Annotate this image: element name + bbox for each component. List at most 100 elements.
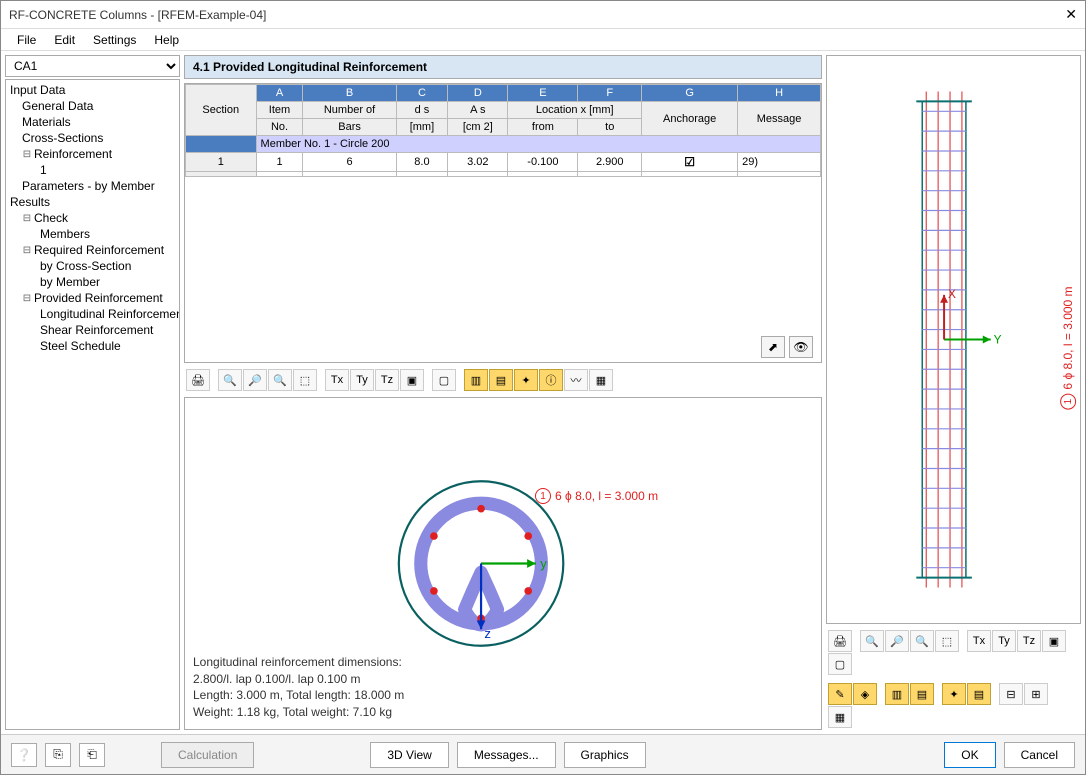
toggle-a-icon[interactable]: ✎ bbox=[828, 683, 852, 705]
col-as-cm2: [cm 2] bbox=[448, 119, 508, 136]
box-icon[interactable]: ▢ bbox=[828, 653, 852, 675]
toggle-1-icon[interactable]: ▥ bbox=[464, 369, 488, 391]
menu-settings[interactable]: Settings bbox=[85, 31, 144, 49]
col-ds: d s bbox=[396, 102, 448, 119]
zoom-window-icon[interactable]: 🔍 bbox=[218, 369, 242, 391]
tree-longitudinal-reinforcement[interactable]: Longitudinal Reinforcement bbox=[8, 306, 177, 322]
tree-cross-sections[interactable]: Cross-Sections bbox=[8, 130, 177, 146]
tree-by-cross-section[interactable]: by Cross-Section bbox=[8, 258, 177, 274]
col-location: Location x [mm] bbox=[508, 102, 642, 119]
case-selector[interactable]: CA1 bbox=[5, 55, 180, 77]
menu-file[interactable]: File bbox=[9, 31, 44, 49]
col-from: from bbox=[508, 119, 578, 136]
iso-icon[interactable]: ▣ bbox=[400, 369, 424, 391]
toggle-h-icon[interactable]: ⊞ bbox=[1024, 683, 1048, 705]
graphics-button[interactable]: Graphics bbox=[564, 742, 646, 768]
zoom-window-icon[interactable]: 🔍 bbox=[860, 630, 884, 652]
print-icon[interactable]: 🖨 bbox=[186, 369, 210, 391]
elev-toolbar-2: ✎ ◈ ▥ ▤ ✦ ▤ ⊟ ⊞ ▦ bbox=[826, 681, 1081, 730]
toggle-g-icon[interactable]: ⊟ bbox=[999, 683, 1023, 705]
print-icon[interactable]: 🖨 bbox=[828, 630, 852, 652]
selection-icon[interactable]: ⬚ bbox=[293, 369, 317, 391]
col-letter-d[interactable]: D bbox=[448, 85, 508, 102]
cancel-button[interactable]: Cancel bbox=[1004, 742, 1075, 768]
tree-by-member[interactable]: by Member bbox=[8, 274, 177, 290]
toggle-e-icon[interactable]: ✦ bbox=[942, 683, 966, 705]
help-icon[interactable]: ❔ bbox=[11, 743, 37, 767]
toggle-2-icon[interactable]: ▤ bbox=[489, 369, 513, 391]
eye-icon[interactable]: 👁 bbox=[789, 336, 813, 358]
col-letter-a[interactable]: A bbox=[256, 85, 303, 102]
selection-icon[interactable]: ⬚ bbox=[935, 630, 959, 652]
cross-section-view[interactable]: y z 1 6 ϕ 8.0, l = 3.000 m Longitudinal … bbox=[184, 397, 822, 730]
tree-required-reinforcement[interactable]: ⊟Required Reinforcement bbox=[8, 242, 177, 258]
tree-results[interactable]: Results bbox=[8, 194, 177, 210]
table-row[interactable]: 1 1 6 8.0 3.02 -0.100 2.900 ☑ 29) bbox=[186, 153, 821, 172]
select-icon[interactable]: ⬈ bbox=[761, 336, 785, 358]
import-icon[interactable]: ⎗ bbox=[79, 743, 105, 767]
col-letter-g[interactable]: G bbox=[642, 85, 738, 102]
toggle-5-icon[interactable]: 〰 bbox=[564, 369, 588, 391]
3d-view-button[interactable]: 3D View bbox=[370, 742, 448, 768]
tree-reinforcement-1[interactable]: 1 bbox=[8, 162, 177, 178]
toggle-b-icon[interactable]: ◈ bbox=[853, 683, 877, 705]
toggle-i-icon[interactable]: ▦ bbox=[828, 706, 852, 728]
panel-title: 4.1 Provided Longitudinal Reinforcement bbox=[184, 55, 822, 79]
col-item-no: No. bbox=[256, 119, 303, 136]
zoom-in-icon[interactable]: 🔎 bbox=[243, 369, 267, 391]
tree-general-data[interactable]: General Data bbox=[8, 98, 177, 114]
iso-icon[interactable]: ▣ bbox=[1042, 630, 1066, 652]
col-letter-b[interactable]: B bbox=[303, 85, 396, 102]
toggle-f-icon[interactable]: ▤ bbox=[967, 683, 991, 705]
tree-materials[interactable]: Materials bbox=[8, 114, 177, 130]
toggle-d-icon[interactable]: ▤ bbox=[910, 683, 934, 705]
navigation-tree: Input Data General Data Materials Cross-… bbox=[5, 79, 180, 730]
col-letter-e[interactable]: E bbox=[508, 85, 578, 102]
toggle-c-icon[interactable]: ▥ bbox=[885, 683, 909, 705]
view-x-icon[interactable]: Tx bbox=[325, 369, 349, 391]
reinforcement-label: 1 6 ϕ 8.0, l = 3.000 m bbox=[535, 488, 658, 504]
messages-button[interactable]: Messages... bbox=[457, 742, 556, 768]
col-letter-h[interactable]: H bbox=[738, 85, 821, 102]
svg-text:Y: Y bbox=[994, 332, 1002, 346]
tree-parameters[interactable]: Parameters - by Member bbox=[8, 178, 177, 194]
view-y-icon[interactable]: Ty bbox=[350, 369, 374, 391]
view-x-icon[interactable]: Tx bbox=[967, 630, 991, 652]
table-group-row[interactable]: Member No. 1 - Circle 200 bbox=[186, 136, 821, 153]
col-item: Item bbox=[256, 102, 303, 119]
tree-steel-schedule[interactable]: Steel Schedule bbox=[8, 338, 177, 354]
svg-text:y: y bbox=[540, 556, 547, 571]
window-title: RF-CONCRETE Columns - [RFEM-Example-04] bbox=[9, 8, 266, 22]
view-z-icon[interactable]: Tz bbox=[375, 369, 399, 391]
col-section[interactable]: Section bbox=[186, 85, 257, 136]
close-icon[interactable]: ✕ bbox=[1065, 6, 1077, 23]
zoom-out-icon[interactable]: 🔍 bbox=[910, 630, 934, 652]
toggle-4-icon[interactable]: ⓘ bbox=[539, 369, 563, 391]
view-z-icon[interactable]: Tz bbox=[1017, 630, 1041, 652]
anchorage-checkbox[interactable]: ☑ bbox=[684, 155, 695, 169]
tree-provided-reinforcement[interactable]: ⊟Provided Reinforcement bbox=[8, 290, 177, 306]
zoom-out-icon[interactable]: 🔍 bbox=[268, 369, 292, 391]
svg-text:z: z bbox=[484, 626, 491, 641]
toggle-6-icon[interactable]: ▦ bbox=[589, 369, 613, 391]
tree-members[interactable]: Members bbox=[8, 226, 177, 242]
elevation-view[interactable]: Y X 1 6 ϕ 8.0, l = 3.000 m bbox=[826, 55, 1081, 624]
tree-reinforcement[interactable]: ⊟Reinforcement bbox=[8, 146, 177, 162]
zoom-in-icon[interactable]: 🔎 bbox=[885, 630, 909, 652]
menu-help[interactable]: Help bbox=[146, 31, 187, 49]
box-icon[interactable]: ▢ bbox=[432, 369, 456, 391]
ok-button[interactable]: OK bbox=[944, 742, 995, 768]
calculation-button[interactable]: Calculation bbox=[161, 742, 254, 768]
menu-edit[interactable]: Edit bbox=[46, 31, 83, 49]
tree-check[interactable]: ⊟Check bbox=[8, 210, 177, 226]
toggle-3-icon[interactable]: ✦ bbox=[514, 369, 538, 391]
col-letter-c[interactable]: C bbox=[396, 85, 448, 102]
tree-input-data[interactable]: Input Data bbox=[8, 82, 177, 98]
view-y-icon[interactable]: Ty bbox=[992, 630, 1016, 652]
tree-shear-reinforcement[interactable]: Shear Reinforcement bbox=[8, 322, 177, 338]
col-anchorage: Anchorage bbox=[642, 102, 738, 136]
col-letter-f[interactable]: F bbox=[578, 85, 642, 102]
export-icon[interactable]: ⎘ bbox=[45, 743, 71, 767]
col-as: A s bbox=[448, 102, 508, 119]
table-row-empty[interactable] bbox=[186, 172, 821, 177]
